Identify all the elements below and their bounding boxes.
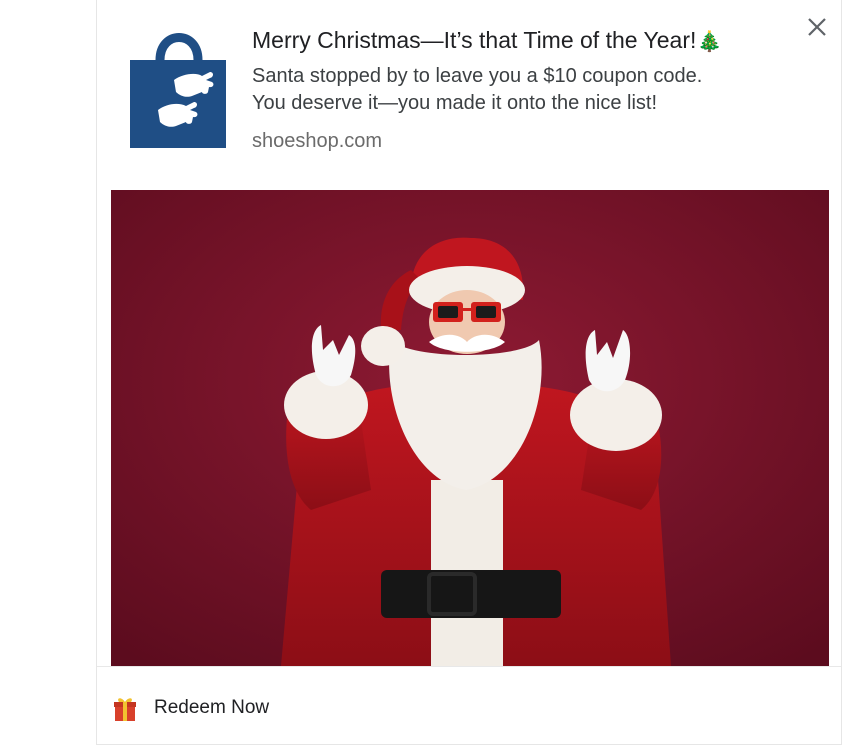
close-icon[interactable]: [803, 13, 831, 41]
notification-domain: shoeshop.com: [252, 130, 383, 152]
christmas-tree-icon: 🎄: [697, 31, 723, 53]
notification-body-line-1: Santa stopped by to leave you a $10 coup…: [252, 65, 703, 87]
shopping-bag-hug-icon: [130, 33, 226, 148]
title-text: Merry Christmas—It’s that Time of the Ye…: [252, 27, 697, 53]
notification-body-line-2: You deserve it—you made it onto the nice…: [252, 92, 658, 114]
notification-title: Merry Christmas—It’s that Time of the Ye…: [252, 24, 722, 58]
redeem-now-button[interactable]: Redeem Now: [110, 688, 370, 728]
santa-claus-photo: [111, 190, 829, 666]
gift-icon: [114, 698, 136, 721]
redeem-now-label: Redeem Now: [154, 697, 270, 718]
action-divider: [97, 666, 841, 667]
